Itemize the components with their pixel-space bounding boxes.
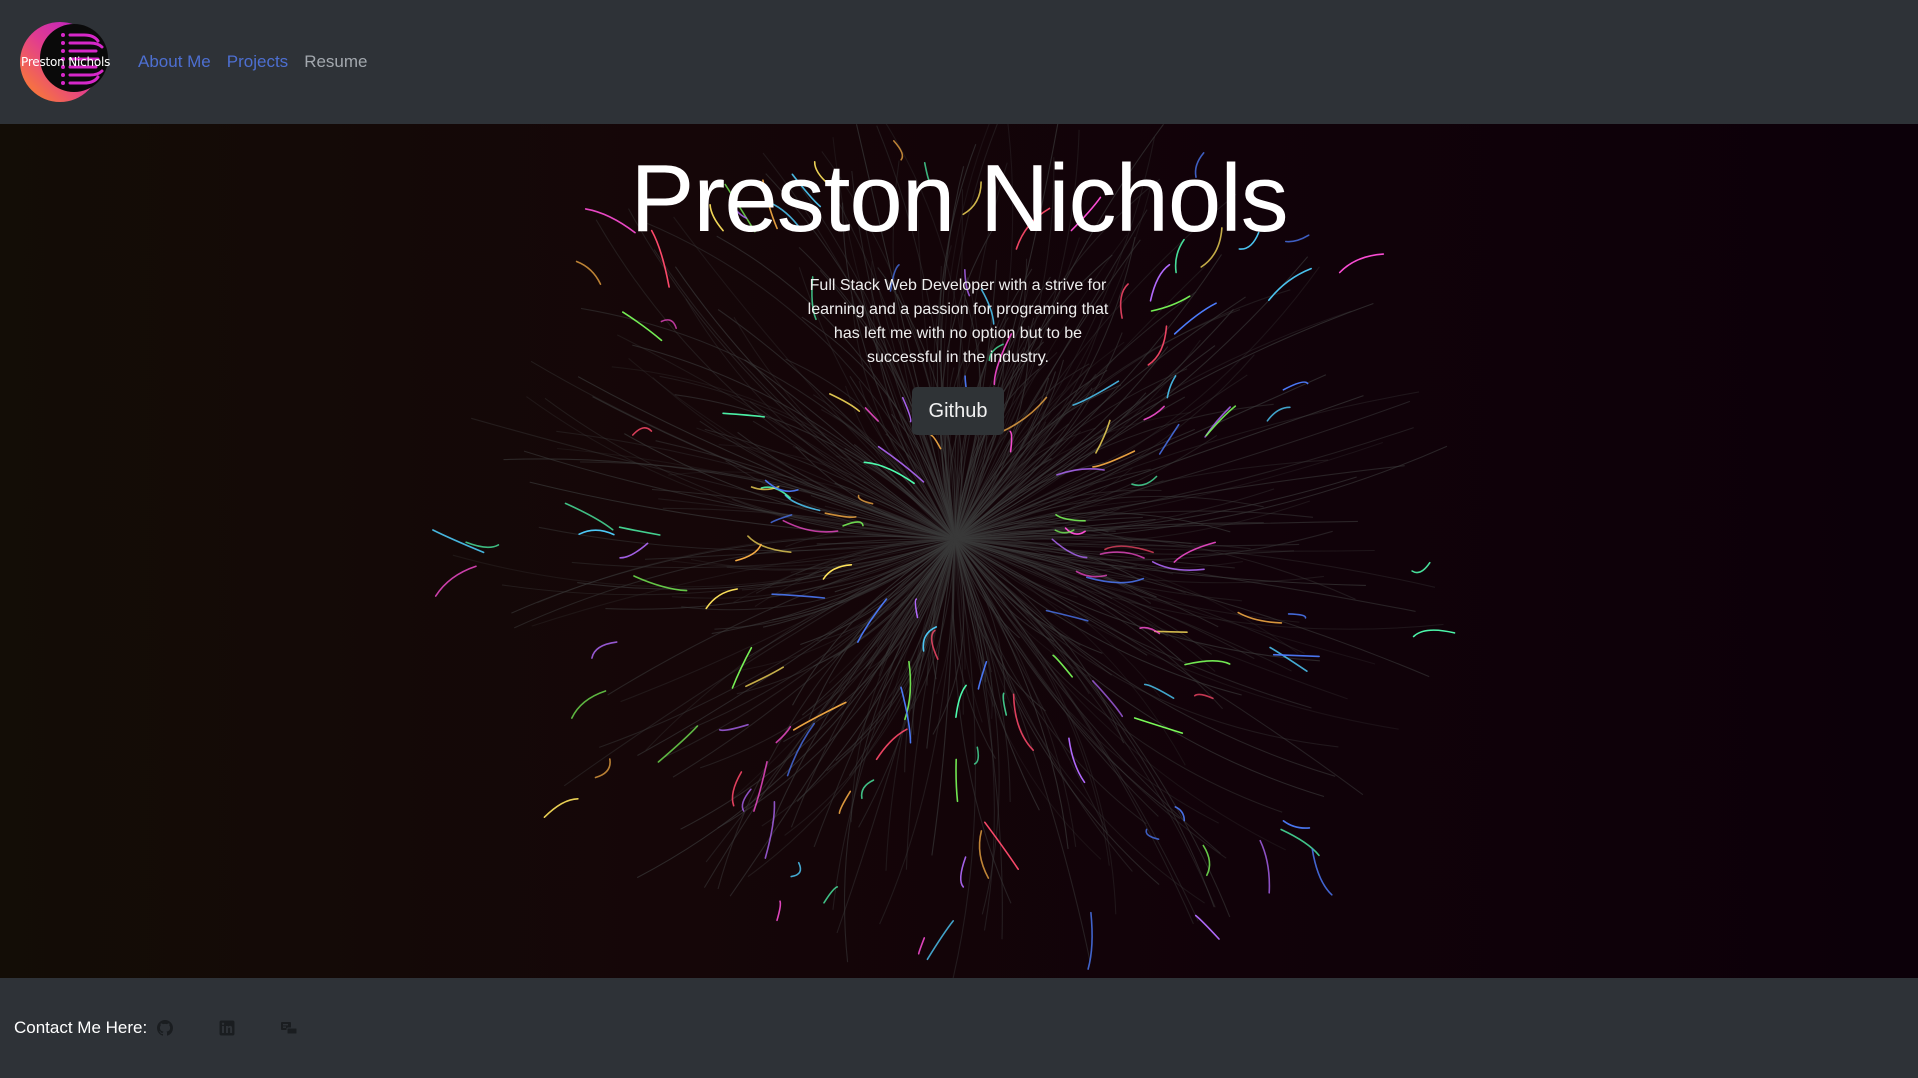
github-icon[interactable] <box>155 1018 175 1038</box>
contact-card-icon[interactable] <box>279 1018 299 1038</box>
contact-label: Contact Me Here: <box>14 1018 148 1037</box>
hero-title: Preston Nichols <box>630 145 1288 252</box>
nav-links: About Me Projects Resume <box>138 52 368 72</box>
particle-burst-background <box>432 124 1456 978</box>
footer: Contact Me Here: <box>0 978 1918 1078</box>
nav-resume-link[interactable]: Resume <box>304 52 367 72</box>
site-logo[interactable]: Preston Nichols <box>18 21 110 103</box>
hero-section: Preston Nichols Full Stack Web Developer… <box>0 124 1918 978</box>
logo-text: Preston Nichols <box>21 55 111 69</box>
github-button[interactable]: Github <box>912 387 1004 435</box>
nav-projects-link[interactable]: Projects <box>227 52 288 72</box>
navbar: Preston Nichols About Me Projects Resume <box>0 0 1918 124</box>
nav-about-me-link[interactable]: About Me <box>138 52 211 72</box>
hero-description: Full Stack Web Developer with a strive f… <box>807 277 1109 366</box>
linkedin-icon[interactable] <box>217 1018 237 1038</box>
